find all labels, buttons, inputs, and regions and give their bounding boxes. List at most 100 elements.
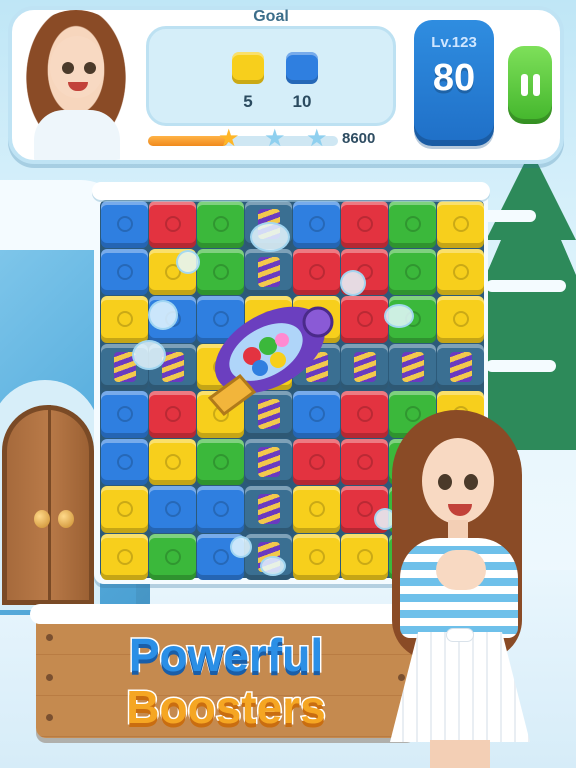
cube-emblem-icon [452, 263, 469, 280]
spring-cube-icon[interactable] [389, 343, 436, 390]
cube-emblem-icon [116, 453, 133, 470]
tree-snow [486, 360, 556, 372]
avatar-body [34, 110, 120, 160]
pause-icon [520, 74, 528, 96]
blue-cube-icon[interactable] [101, 438, 148, 485]
door-knob-icon [34, 510, 50, 528]
green-cube-icon[interactable] [149, 533, 196, 580]
bubble-icon [340, 270, 366, 296]
score-target: 8600 [342, 130, 376, 147]
cube-emblem-icon [116, 263, 133, 280]
cube-emblem-icon [116, 548, 133, 565]
cube-emblem-icon [308, 263, 325, 280]
avatar-eye-icon [84, 62, 96, 74]
cube-emblem-icon [164, 548, 181, 565]
cube-emblem-icon [452, 216, 469, 233]
door-knob-icon [58, 510, 74, 528]
character-legs [430, 740, 490, 768]
bubble-icon [148, 300, 178, 330]
character-girl [360, 410, 570, 768]
green-cube-icon[interactable] [197, 201, 244, 248]
cube-emblem-icon [308, 453, 325, 470]
score-progress-fill [148, 136, 228, 146]
pause-icon [532, 74, 540, 96]
character-eye-icon [464, 474, 478, 490]
cube-emblem-icon [404, 216, 421, 233]
blue-cube-icon[interactable] [293, 201, 340, 248]
spring-obstacle-icon [401, 351, 424, 382]
cube-emblem-icon [212, 453, 229, 470]
cube-emblem-icon [212, 501, 229, 518]
filled-star-icon: ★ [218, 124, 240, 152]
cube-emblem-icon [164, 453, 181, 470]
spring-obstacle-icon [257, 494, 280, 525]
blue-cube-icon[interactable] [101, 248, 148, 295]
goal-count-yellow: 5 [243, 92, 253, 111]
red-cube-icon[interactable] [341, 201, 388, 248]
empty-star-icon: ★ [306, 124, 328, 152]
board-snow [92, 182, 490, 200]
tree-snow [486, 280, 566, 292]
goal-item-yellow: 5 [228, 52, 268, 112]
yellow-cube-icon[interactable] [149, 438, 196, 485]
goal-label: Goal [253, 8, 289, 25]
spring-cube-icon[interactable] [437, 343, 484, 390]
green-cube-icon[interactable] [389, 248, 436, 295]
cube-emblem-icon [116, 406, 133, 423]
blue-cube-icon[interactable] [197, 486, 244, 533]
spring-obstacle-icon [257, 446, 280, 477]
yellow-cube-icon[interactable] [437, 296, 484, 343]
cube-emblem-icon [308, 501, 325, 518]
moves-remaining: 80 [432, 57, 476, 99]
cube-emblem-icon [356, 216, 373, 233]
goal-panel [146, 26, 396, 126]
blue-cube-icon[interactable] [149, 486, 196, 533]
bubble-icon [176, 250, 200, 274]
door-seam [48, 405, 51, 605]
bubble-icon [132, 340, 166, 370]
bubble-icon [230, 536, 252, 558]
booster-graphic [207, 306, 334, 417]
cube-emblem-icon [452, 311, 469, 328]
level-label: Lv.123 [431, 34, 477, 51]
character-eye-icon [438, 474, 452, 490]
red-cube-icon[interactable] [293, 438, 340, 485]
cube-emblem-icon [404, 263, 421, 280]
red-cube-icon[interactable] [149, 201, 196, 248]
cube-emblem-icon [116, 311, 133, 328]
yellow-cube-icon[interactable] [293, 533, 340, 580]
yellow-cube-icon[interactable] [437, 201, 484, 248]
cube-emblem-icon [164, 501, 181, 518]
green-cube-icon[interactable] [197, 438, 244, 485]
cube-emblem-icon [212, 216, 229, 233]
spring-obstacle-icon [449, 351, 472, 382]
cube-emblem-icon [212, 263, 229, 280]
banner-title-line2: Boosters [125, 680, 327, 735]
cube-emblem-icon [212, 548, 229, 565]
yellow-cube-icon[interactable] [101, 296, 148, 343]
cube-emblem-icon [308, 548, 325, 565]
yellow-cube-icon [232, 52, 264, 84]
yellow-cube-icon[interactable] [101, 486, 148, 533]
spring-cube-icon[interactable] [245, 438, 292, 485]
bubble-blaster-icon[interactable] [170, 280, 370, 430]
pause-button[interactable] [508, 46, 552, 124]
cube-emblem-icon [164, 216, 181, 233]
yellow-cube-icon[interactable] [437, 248, 484, 295]
banner-title-line1: Powerful [127, 628, 324, 683]
goal-item-blue: 10 [282, 52, 322, 112]
blue-cube-icon[interactable] [101, 391, 148, 438]
bubble-icon [260, 556, 286, 576]
bubble-icon [250, 222, 290, 252]
yellow-cube-icon[interactable] [293, 486, 340, 533]
spring-cube-icon[interactable] [245, 486, 292, 533]
green-cube-icon[interactable] [389, 201, 436, 248]
yellow-cube-icon[interactable] [101, 533, 148, 580]
goal-count-blue: 10 [292, 92, 312, 111]
clasped-hands [436, 550, 486, 590]
blue-cube-icon [286, 52, 318, 84]
moves-counter: Lv.123 80 [414, 20, 494, 146]
cube-emblem-icon [308, 216, 325, 233]
player-avatar [18, 10, 134, 160]
blue-cube-icon[interactable] [101, 201, 148, 248]
